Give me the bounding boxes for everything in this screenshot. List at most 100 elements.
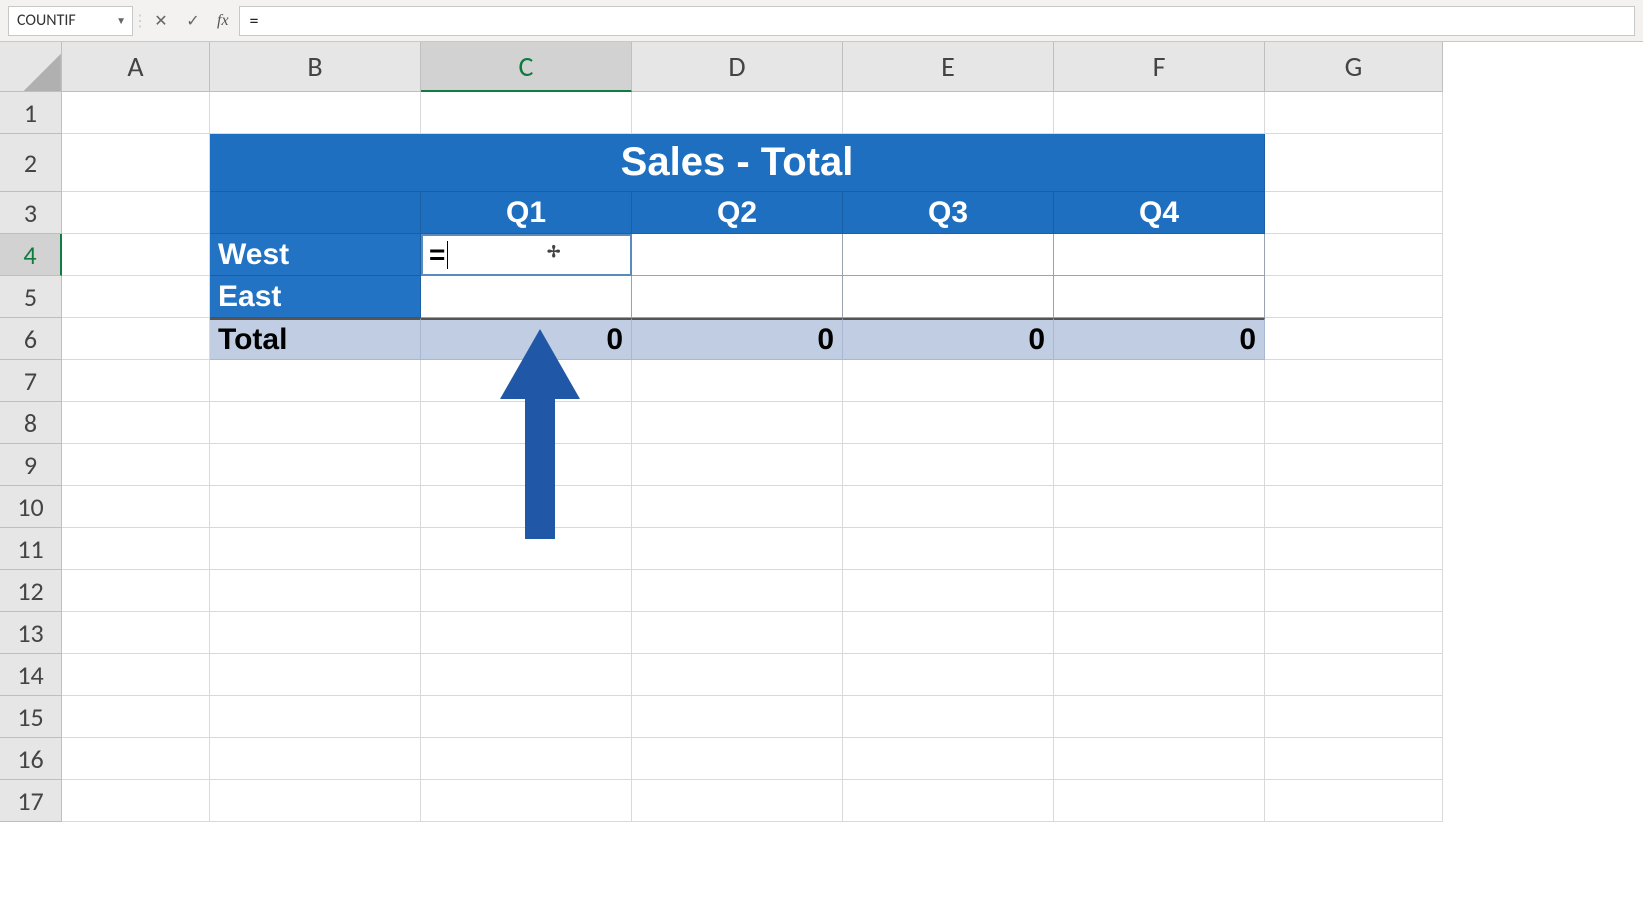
cell-C10[interactable] — [421, 486, 632, 528]
cell-B8[interactable] — [210, 402, 421, 444]
cell-G12[interactable] — [1265, 570, 1443, 612]
row-header-14[interactable]: 14 — [0, 654, 62, 696]
cells-area[interactable]: Sales - TotalQ1Q2Q3Q4West=✢EastTotal0000 — [62, 92, 1443, 822]
cell-C7[interactable] — [421, 360, 632, 402]
row-header-13[interactable]: 13 — [0, 612, 62, 654]
row-header-2[interactable]: 2 — [0, 134, 62, 192]
column-header-F[interactable]: F — [1054, 42, 1265, 92]
cell-A7[interactable] — [62, 360, 210, 402]
editing-cell[interactable]: =✢ — [421, 234, 632, 276]
row-header-6[interactable]: 6 — [0, 318, 62, 360]
cell-C14[interactable] — [421, 654, 632, 696]
quarter-header-Q3[interactable]: Q3 — [843, 192, 1054, 234]
cell-C11[interactable] — [421, 528, 632, 570]
enter-button[interactable]: ✓ — [179, 6, 207, 36]
row-header-4[interactable]: 4 — [0, 234, 62, 276]
cell-E13[interactable] — [843, 612, 1054, 654]
row-header-16[interactable]: 16 — [0, 738, 62, 780]
fx-button[interactable]: fx — [211, 12, 235, 30]
total-Q2[interactable]: 0 — [632, 318, 843, 360]
cell-F17[interactable] — [1054, 780, 1265, 822]
cell-A14[interactable] — [62, 654, 210, 696]
cell-A6[interactable] — [62, 318, 210, 360]
total-Q1[interactable]: 0 — [421, 318, 632, 360]
cell-A15[interactable] — [62, 696, 210, 738]
cell-E4[interactable] — [843, 234, 1054, 276]
cell-C1[interactable] — [421, 92, 632, 134]
cell-A12[interactable] — [62, 570, 210, 612]
cell-A5[interactable] — [62, 276, 210, 318]
cell-E12[interactable] — [843, 570, 1054, 612]
cell-F11[interactable] — [1054, 528, 1265, 570]
cell-D16[interactable] — [632, 738, 843, 780]
cell-G9[interactable] — [1265, 444, 1443, 486]
cell-B17[interactable] — [210, 780, 421, 822]
row-header-17[interactable]: 17 — [0, 780, 62, 822]
cell-B14[interactable] — [210, 654, 421, 696]
cell-A1[interactable] — [62, 92, 210, 134]
row-label-total[interactable]: Total — [210, 318, 421, 360]
quarter-header-Q4[interactable]: Q4 — [1054, 192, 1265, 234]
cell-A4[interactable] — [62, 234, 210, 276]
cell-A11[interactable] — [62, 528, 210, 570]
cell-D15[interactable] — [632, 696, 843, 738]
cell-D10[interactable] — [632, 486, 843, 528]
cell-E9[interactable] — [843, 444, 1054, 486]
cell-C13[interactable] — [421, 612, 632, 654]
cell-B11[interactable] — [210, 528, 421, 570]
row-header-10[interactable]: 10 — [0, 486, 62, 528]
cell-E15[interactable] — [843, 696, 1054, 738]
cell-F8[interactable] — [1054, 402, 1265, 444]
row-header-11[interactable]: 11 — [0, 528, 62, 570]
select-all-corner[interactable] — [0, 42, 62, 92]
cell-G7[interactable] — [1265, 360, 1443, 402]
cell-E11[interactable] — [843, 528, 1054, 570]
cell-D1[interactable] — [632, 92, 843, 134]
cell-D12[interactable] — [632, 570, 843, 612]
cell-F15[interactable] — [1054, 696, 1265, 738]
column-header-B[interactable]: B — [210, 42, 421, 92]
row-header-1[interactable]: 1 — [0, 92, 62, 134]
cell-E1[interactable] — [843, 92, 1054, 134]
cell-E7[interactable] — [843, 360, 1054, 402]
cell-E8[interactable] — [843, 402, 1054, 444]
cell-D11[interactable] — [632, 528, 843, 570]
cell-G17[interactable] — [1265, 780, 1443, 822]
row-header-7[interactable]: 7 — [0, 360, 62, 402]
row-label-west[interactable]: West — [210, 234, 421, 276]
cell-E5[interactable] — [843, 276, 1054, 318]
formula-input[interactable]: = — [239, 6, 1635, 36]
cell-E16[interactable] — [843, 738, 1054, 780]
cell-G4[interactable] — [1265, 234, 1443, 276]
row-header-3[interactable]: 3 — [0, 192, 62, 234]
name-box[interactable]: COUNTIF ▼ — [8, 6, 133, 36]
cell-F13[interactable] — [1054, 612, 1265, 654]
cell-B13[interactable] — [210, 612, 421, 654]
cell-A16[interactable] — [62, 738, 210, 780]
cell-B10[interactable] — [210, 486, 421, 528]
cell-B1[interactable] — [210, 92, 421, 134]
row-header-9[interactable]: 9 — [0, 444, 62, 486]
row-header-15[interactable]: 15 — [0, 696, 62, 738]
cell-G3[interactable] — [1265, 192, 1443, 234]
cell-B16[interactable] — [210, 738, 421, 780]
cell-G15[interactable] — [1265, 696, 1443, 738]
column-header-E[interactable]: E — [843, 42, 1054, 92]
cell-G13[interactable] — [1265, 612, 1443, 654]
row-header-5[interactable]: 5 — [0, 276, 62, 318]
cell-C15[interactable] — [421, 696, 632, 738]
cell-G16[interactable] — [1265, 738, 1443, 780]
cell-F16[interactable] — [1054, 738, 1265, 780]
cell-A17[interactable] — [62, 780, 210, 822]
cell-B12[interactable] — [210, 570, 421, 612]
cell-D14[interactable] — [632, 654, 843, 696]
cell-D17[interactable] — [632, 780, 843, 822]
cell-A2[interactable] — [62, 134, 210, 192]
column-header-C[interactable]: C — [421, 42, 632, 92]
cell-F14[interactable] — [1054, 654, 1265, 696]
cell-F4[interactable] — [1054, 234, 1265, 276]
row-label-east[interactable]: East — [210, 276, 421, 318]
row-header-12[interactable]: 12 — [0, 570, 62, 612]
cell-C16[interactable] — [421, 738, 632, 780]
cell-G10[interactable] — [1265, 486, 1443, 528]
